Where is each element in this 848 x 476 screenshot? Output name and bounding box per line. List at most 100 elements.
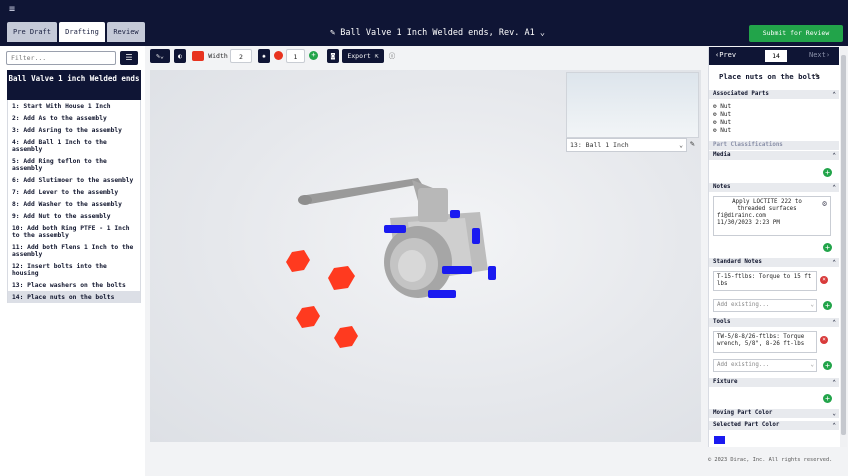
step-group-title[interactable]: Ball Valve 1 inch Welded ends — [7, 70, 141, 100]
step-item-active[interactable]: 14: Place nuts on the bolts — [8, 291, 140, 303]
fixture-header[interactable]: Fixture ⌃ — [709, 378, 839, 387]
step-item[interactable]: 6: Add Slutimoer to the assembly — [8, 174, 140, 186]
moving-part-color-header[interactable]: Moving Part Color ⌄ — [709, 409, 839, 418]
lever-end — [298, 195, 312, 205]
info-icon[interactable]: ⓘ — [387, 49, 397, 63]
tool-item[interactable]: TW-5/8-8/26-ftlbs: Torque wrench, 5/8", … — [713, 331, 817, 353]
close-icon: × — [822, 336, 826, 343]
prev-label: Prev — [719, 51, 737, 59]
step-number-input[interactable]: 14 — [765, 50, 787, 62]
add-tool-button[interactable]: + — [823, 361, 832, 370]
submit-for-review-button[interactable]: Submit for Review — [749, 25, 843, 42]
note-author: fi@dirainc.com — [717, 213, 766, 219]
media-header[interactable]: Media ⌃ — [709, 151, 839, 160]
chevron-down-icon: ⌄ — [810, 362, 815, 368]
section-title: Selected Part Color — [713, 422, 780, 428]
remove-standard-note-button[interactable]: × — [820, 276, 828, 284]
step-navigation: ‹Prev 14 Next› — [709, 47, 839, 65]
remove-tool-button[interactable]: × — [820, 336, 828, 344]
nut — [286, 250, 310, 272]
section-title: Moving Part Color — [713, 410, 773, 416]
part-classifications-header[interactable]: Part Classifications — [709, 141, 839, 150]
minimap-step-select[interactable]: 13: Ball 1 Inch ⌄ — [566, 138, 687, 152]
external-link-icon: ⇱ — [370, 52, 379, 60]
step-item[interactable]: 5: Add Ring teflon to the assembly — [8, 155, 140, 174]
gear-button[interactable]: ✹ — [258, 49, 270, 63]
step-item[interactable]: 12: Insert bolts into the housing — [8, 260, 140, 279]
add-note-button[interactable]: + — [823, 243, 832, 252]
step-item[interactable]: 3: Add Asring to the assembly — [8, 124, 140, 136]
chevron-down-icon: ⌄ — [832, 410, 836, 417]
step-item[interactable]: 9: Add Nut to the assembly — [8, 210, 140, 222]
chevron-up-icon: ⌃ — [832, 259, 836, 266]
camera-button[interactable]: ◙ — [327, 49, 339, 63]
section-title: Standard Notes — [713, 259, 762, 265]
prev-button[interactable]: ‹Prev — [715, 51, 736, 59]
chevron-up-icon: ⌃ — [832, 422, 836, 429]
associated-part[interactable]: ⚙ Nut — [713, 119, 731, 126]
associated-part[interactable]: ⚙ Nut — [713, 127, 731, 134]
chevron-down-icon: ⌄ — [679, 141, 683, 149]
note-text: Apply LOCTITE 222 to threaded surfaces — [732, 199, 802, 212]
next-button[interactable]: Next› — [809, 51, 830, 59]
tools-header[interactable]: Tools ⌃ — [709, 318, 839, 327]
add-fixture-button[interactable]: + — [823, 394, 832, 403]
gear-icon[interactable]: ⚙ — [822, 200, 827, 208]
export-label: Export — [347, 52, 371, 60]
step-details-panel: ‹Prev 14 Next› Place nuts on the bolts ✎… — [708, 47, 847, 447]
step-item[interactable]: 1: Start With House 1 Inch — [8, 100, 140, 112]
selected-part-color-header[interactable]: Selected Part Color ⌃ — [709, 421, 839, 430]
pencil-icon[interactable]: ✎ — [815, 71, 820, 80]
step-item[interactable]: 8: Add Washer to the assembly — [8, 198, 140, 210]
hamburger-icon[interactable]: ≡ — [9, 5, 15, 15]
step-sidebar: ☰ Ball Valve 1 inch Welded ends 1: Start… — [0, 46, 145, 476]
export-button[interactable]: Export ⇱ — [342, 49, 384, 63]
add-existing-placeholder: Add existing... — [717, 302, 770, 308]
scrollbar-thumb[interactable] — [841, 55, 846, 435]
add-media-button[interactable]: + — [823, 168, 832, 177]
width-input[interactable]: 2 — [230, 49, 252, 63]
minimap-preview[interactable] — [566, 72, 699, 138]
camera-icon: ◙ — [331, 52, 335, 60]
bolt — [428, 290, 456, 298]
step-name: Place nuts on the bolts — [719, 72, 821, 81]
step-item[interactable]: 4: Add Ball 1 Inch to the assembly — [8, 136, 140, 155]
drawing-toolbar: ✎⌄ ◐ Width 2 ✹ 1 + ◙ Export ⇱ ⓘ — [150, 48, 705, 64]
plus-icon: + — [825, 361, 830, 370]
step-item[interactable]: 10: Add both Ring PTFE - 1 Inch to the a… — [8, 222, 140, 241]
step-item[interactable]: 7: Add Lever to the assembly — [8, 186, 140, 198]
pencil-icon[interactable]: ✎ — [690, 139, 695, 148]
list-view-button[interactable]: ☰ — [120, 51, 138, 65]
plus-icon: + — [825, 394, 830, 403]
associated-part[interactable]: ⚙ Nut — [713, 103, 731, 110]
step-item[interactable]: 11: Add both Flens 1 Inch to the assembl… — [8, 241, 140, 260]
bolt — [472, 228, 480, 244]
tab-drafting[interactable]: Drafting — [59, 22, 105, 42]
tab-pre-draft[interactable]: Pre Draft — [7, 22, 57, 42]
associated-parts-header[interactable]: Associated Parts ⌃ — [709, 90, 839, 99]
step-item[interactable]: 2: Add As to the assembly — [8, 112, 140, 124]
stem-housing — [418, 188, 448, 222]
section-title: Part Classifications — [713, 142, 783, 148]
add-count-button[interactable]: + — [309, 51, 318, 60]
count-input[interactable]: 1 — [286, 49, 305, 63]
associated-part[interactable]: ⚙ Nut — [713, 111, 731, 118]
add-standard-note-button[interactable]: + — [823, 301, 832, 310]
panel-scrollbar[interactable] — [840, 47, 847, 447]
minimap-select-value: 13: Ball 1 Inch — [570, 141, 629, 149]
notes-header[interactable]: Notes ⌃ — [709, 183, 839, 192]
draw-color-swatch[interactable] — [192, 51, 204, 61]
document-title[interactable]: ✎ Ball Valve 1 Inch Welded ends, Rev. A1… — [330, 28, 545, 38]
selected-part-color-swatch[interactable] — [714, 436, 725, 444]
top-bar: ≡ Pre Draft Drafting Review ✎ Ball Valve… — [0, 0, 848, 46]
step-item[interactable]: 13: Place washers on the bolts — [8, 279, 140, 291]
standard-notes-header[interactable]: Standard Notes ⌃ — [709, 258, 839, 267]
standard-note[interactable]: T-15-ftlbs: Torque to 15 ft lbs — [713, 271, 817, 291]
standard-notes-add-existing[interactable]: Add existing... ⌄ — [713, 299, 817, 312]
filter-input[interactable] — [6, 51, 116, 65]
note-card[interactable]: Apply LOCTITE 222 to threaded surfaces f… — [713, 196, 831, 236]
tools-add-existing[interactable]: Add existing... ⌄ — [713, 359, 817, 372]
tab-review[interactable]: Review — [107, 22, 145, 42]
pencil-tool-button[interactable]: ✎⌄ — [150, 49, 170, 63]
eraser-button[interactable]: ◐ — [174, 49, 186, 63]
